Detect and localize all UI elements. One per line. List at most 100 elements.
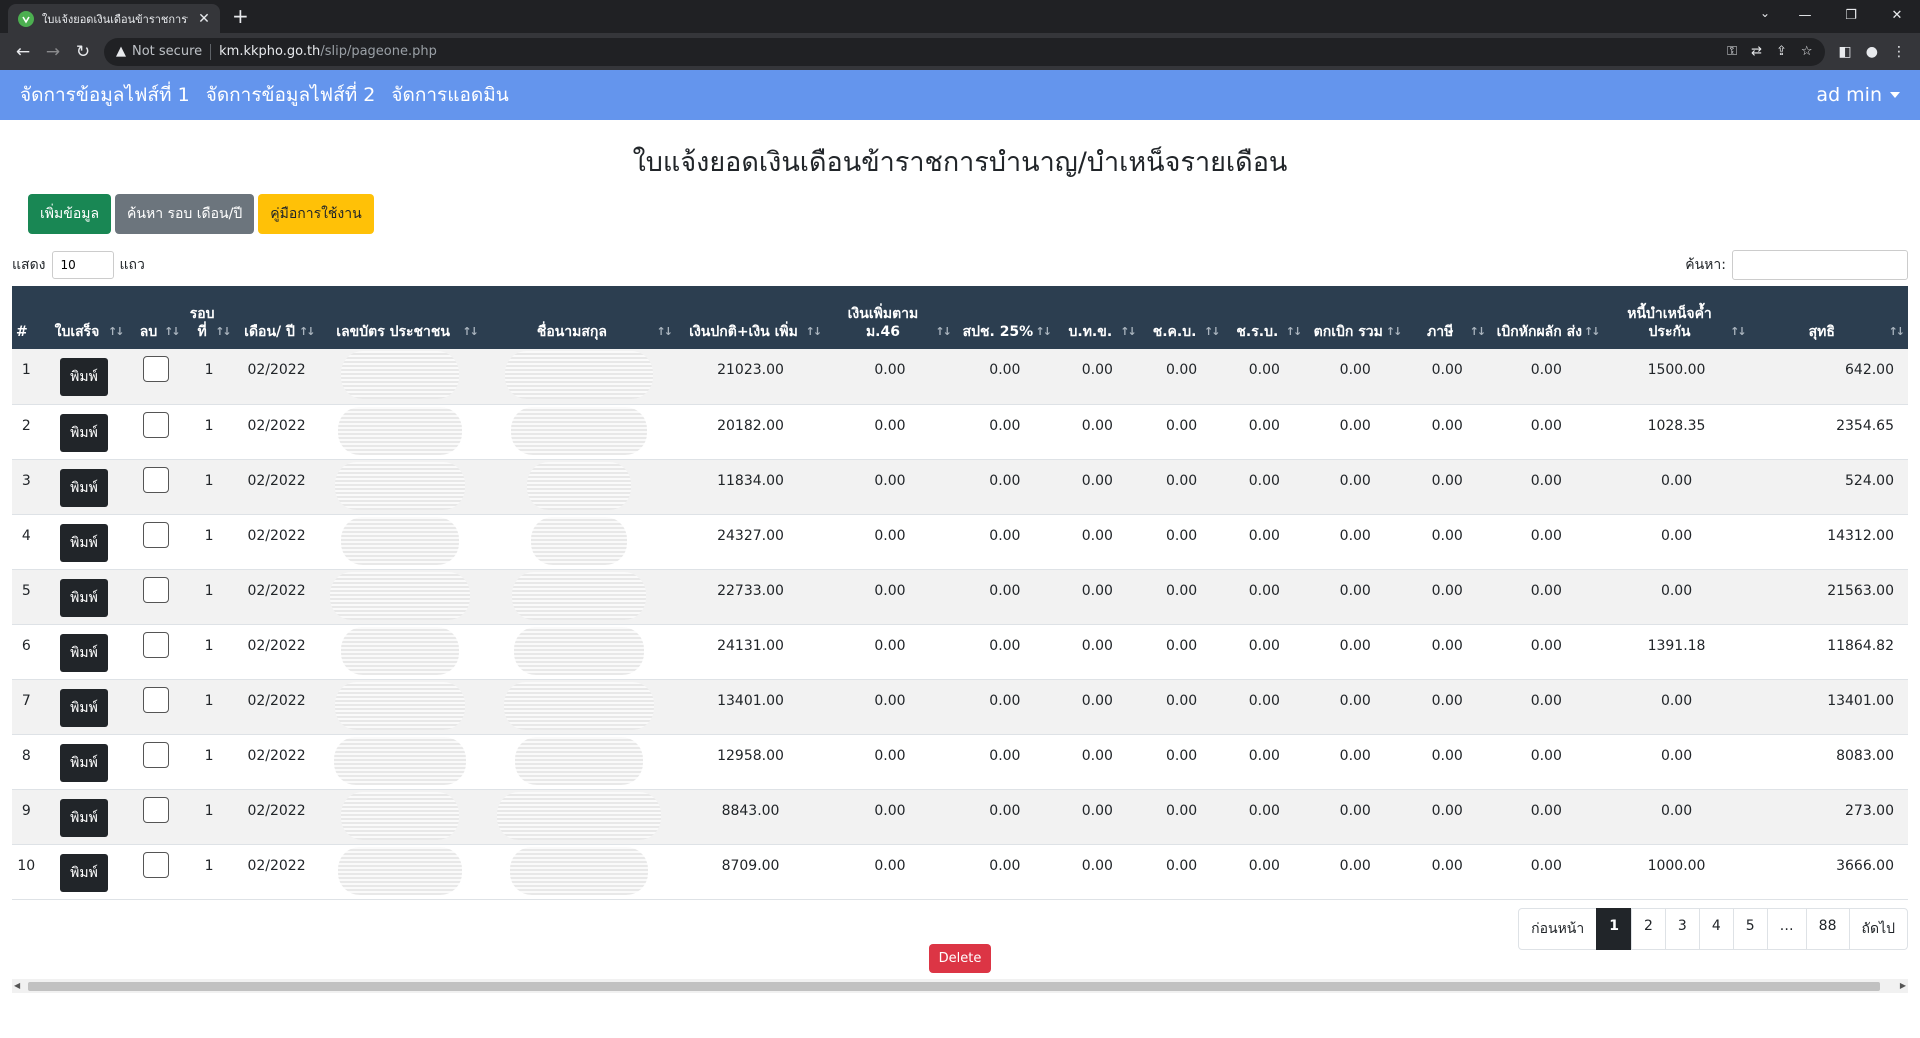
header-col-spc[interactable]: สปช. 25% ↑↓: [954, 286, 1055, 349]
cell-receipt: พิมพ์: [40, 844, 128, 900]
header-col-m46[interactable]: เงินเพิ่มตาม ม.46 ↑↓: [825, 286, 955, 349]
print-button[interactable]: พิมพ์: [60, 413, 108, 452]
nav-item-file2[interactable]: จัดการข้อมูลไฟส์ที่ 2: [206, 80, 376, 110]
print-button[interactable]: พิมพ์: [60, 688, 108, 727]
horizontal-scrollbar[interactable]: ◀ ▶: [12, 978, 1908, 993]
header-col-btk[interactable]: บ.ท.ข. ↑↓: [1054, 286, 1140, 349]
pagination-page[interactable]: 2: [1630, 907, 1666, 950]
pagination-page[interactable]: 5: [1732, 907, 1768, 950]
header-col-delete[interactable]: ลบ ↑↓: [127, 286, 184, 349]
pagination-next[interactable]: ถัดไป: [1848, 907, 1908, 950]
print-button[interactable]: พิมพ์: [60, 853, 108, 892]
pagination-page[interactable]: 4: [1698, 907, 1734, 950]
print-button[interactable]: พิมพ์: [60, 578, 108, 617]
pagination-page[interactable]: 1: [1596, 907, 1632, 950]
nav-item-admin[interactable]: จัดการแอดมิน: [391, 80, 508, 110]
action-buttons: เพิ่มข้อมูล ค้นหา รอบ เดือน/ปี คู่มือการ…: [28, 194, 1920, 234]
bookmark-star-icon[interactable]: ☆: [1801, 44, 1813, 59]
pagination-page[interactable]: …: [1766, 907, 1807, 950]
header-col-receipt[interactable]: ใบเสร็จ ↑↓: [40, 286, 128, 349]
header-col-base[interactable]: เงินปกติ+เงิน เพิ่ม ↑↓: [675, 286, 826, 349]
print-button[interactable]: พิมพ์: [60, 523, 108, 562]
print-button[interactable]: พิมพ์: [60, 633, 108, 672]
delete-checkbox[interactable]: [142, 576, 169, 603]
scroll-left-icon[interactable]: ◀: [14, 979, 20, 993]
back-arrow-icon[interactable]: ←: [8, 42, 38, 62]
forward-arrow-icon[interactable]: →: [38, 42, 68, 62]
tab-close-icon[interactable]: ✕: [196, 11, 212, 27]
cell-round: 1: [183, 624, 235, 680]
delete-button[interactable]: Delete: [928, 943, 992, 973]
side-panel-icon[interactable]: ◧: [1839, 44, 1852, 60]
restore-icon[interactable]: ❐: [1828, 8, 1874, 23]
cell-fullname: [481, 679, 676, 735]
menu-kebab-icon[interactable]: ⋮: [1892, 44, 1906, 60]
header-col-deduct[interactable]: เบิกหักผลัก ส่ง ↑↓: [1489, 286, 1604, 349]
cell-m46: 0.00: [825, 679, 955, 735]
header-col-debt[interactable]: หนี้บำเหน็จค้ำ ประกัน ↑↓: [1603, 286, 1750, 349]
cell-arrears: 0.00: [1305, 734, 1406, 790]
header-col-fullname[interactable]: ชื่อนามสกุล ↑↓: [481, 286, 676, 349]
header-col-arrears[interactable]: ตกเบิก รวม ↑↓: [1305, 286, 1406, 349]
search-input[interactable]: [1732, 250, 1908, 280]
cell-fullname: [481, 514, 676, 570]
cell-tax: 0.00: [1405, 679, 1490, 735]
print-button[interactable]: พิมพ์: [60, 743, 108, 782]
user-menu[interactable]: ad min: [1816, 84, 1900, 106]
share-icon[interactable]: ⇪: [1776, 44, 1787, 59]
omnibox-icons: ⚿ ⇄ ⇪ ☆: [1727, 44, 1812, 59]
delete-checkbox[interactable]: [142, 741, 169, 768]
delete-checkbox[interactable]: [142, 686, 169, 713]
cell-no: 1: [12, 349, 41, 405]
delete-checkbox[interactable]: [142, 466, 169, 493]
search-period-button[interactable]: ค้นหา รอบ เดือน/ปี: [115, 194, 255, 234]
delete-checkbox[interactable]: [142, 796, 169, 823]
warning-icon[interactable]: ▲: [116, 44, 126, 59]
header-col-citizen-id[interactable]: เลขบัตร ประชาชน ↑↓: [318, 286, 482, 349]
cell-net: 273.00: [1749, 789, 1908, 845]
new-tab-button[interactable]: +: [232, 4, 249, 28]
window-close-icon[interactable]: ✕: [1874, 8, 1920, 23]
header-col-crb[interactable]: ช.ร.บ. ↑↓: [1223, 286, 1306, 349]
manual-button[interactable]: คู่มือการใช้งาน: [258, 194, 374, 234]
pagination-page[interactable]: 88: [1805, 907, 1850, 950]
page-length-input[interactable]: [51, 251, 114, 279]
cell-arrears: 0.00: [1305, 349, 1406, 405]
cell-deduct: 0.00: [1489, 404, 1604, 460]
pagination-page[interactable]: 3: [1664, 907, 1700, 950]
header-col-no[interactable]: #: [12, 286, 41, 349]
minimize-icon[interactable]: —: [1782, 8, 1828, 23]
delete-checkbox[interactable]: [142, 851, 169, 878]
cell-base: 21023.00: [675, 349, 826, 405]
pagination-prev[interactable]: ก่อนหน้า: [1518, 907, 1598, 950]
address-separator: [210, 43, 212, 60]
translate-icon[interactable]: ⇄: [1751, 44, 1762, 59]
delete-checkbox[interactable]: [142, 356, 169, 382]
tab-search-icon[interactable]: ⌄: [1760, 6, 1770, 20]
redacted-fullname: [503, 681, 654, 730]
cell-period: 02/2022: [234, 734, 319, 790]
header-col-tax[interactable]: ภาษี ↑↓: [1405, 286, 1490, 349]
cell-m46: 0.00: [825, 459, 955, 515]
print-button[interactable]: พิมพ์: [60, 798, 108, 837]
header-col-net[interactable]: สุทธิ ↑↓: [1749, 286, 1908, 349]
print-button[interactable]: พิมพ์: [60, 358, 108, 396]
scroll-right-icon[interactable]: ▶: [1900, 979, 1906, 993]
reload-icon[interactable]: ↻: [68, 42, 98, 62]
add-data-button[interactable]: เพิ่มข้อมูล: [28, 194, 112, 234]
nav-item-file1[interactable]: จัดการข้อมูลไฟส์ที่ 1: [20, 80, 190, 110]
delete-checkbox[interactable]: [142, 521, 169, 548]
address-bar[interactable]: ▲ Not secure km.kkpho.go.th/slip/pageone…: [104, 37, 1825, 66]
print-button[interactable]: พิมพ์: [60, 468, 108, 507]
header-col-round[interactable]: รอบ ที่ ↑↓: [183, 286, 235, 349]
profile-icon[interactable]: ●: [1866, 44, 1878, 60]
delete-checkbox[interactable]: [142, 631, 169, 658]
cell-net: 14312.00: [1749, 514, 1908, 570]
header-col-period[interactable]: เดือน/ ปี ↑↓: [234, 286, 319, 349]
browser-tab[interactable]: ใบแจ้งยอดเงินเดือนข้าราชการบำนาญ/ ✕: [8, 4, 220, 33]
delete-checkbox[interactable]: [142, 411, 169, 438]
scrollbar-thumb[interactable]: [28, 981, 1880, 991]
key-icon[interactable]: ⚿: [1727, 44, 1737, 59]
header-col-ckb[interactable]: ช.ค.บ. ↑↓: [1139, 286, 1224, 349]
cell-arrears: 0.00: [1305, 844, 1406, 900]
